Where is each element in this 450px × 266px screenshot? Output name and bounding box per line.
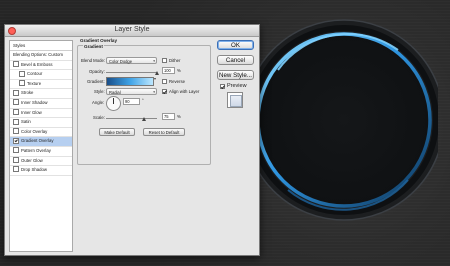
- gradient-label: Gradient:: [87, 79, 105, 84]
- blend-mode-label: Blend Mode:: [81, 58, 106, 63]
- reverse-label: Reverse: [169, 79, 186, 84]
- styles-item-label: Outer Glow: [21, 157, 43, 163]
- styles-item-drop-shadow[interactable]: Drop Shadow: [10, 166, 72, 176]
- scale-label: Scale:: [93, 115, 105, 120]
- opacity-slider-thumb[interactable]: [154, 71, 159, 75]
- styles-item-outer-glow[interactable]: Outer Glow: [10, 156, 72, 167]
- chevron-down-icon[interactable]: ▾: [154, 76, 156, 81]
- styles-header[interactable]: Styles: [10, 41, 72, 51]
- ok-button[interactable]: OK: [217, 40, 254, 50]
- styles-list: Styles Blending Options: Custom Bevel & E…: [9, 40, 73, 252]
- styles-item-label: Pattern Overlay: [21, 147, 51, 153]
- reset-to-default-button[interactable]: Reset to Default: [143, 128, 185, 136]
- align-with-layer-label: Align with Layer: [169, 89, 200, 94]
- styles-item-color-overlay[interactable]: Color Overlay: [10, 128, 72, 138]
- style-label: Style:: [94, 89, 105, 94]
- make-default-button[interactable]: Make Default: [99, 128, 135, 136]
- style-checkbox[interactable]: [13, 118, 19, 125]
- layer-style-dialog: Layer Style Styles Blending Options: Cus…: [4, 24, 260, 256]
- styles-item-pattern-overlay[interactable]: Pattern Overlay: [10, 147, 72, 157]
- style-value: Radial: [109, 90, 121, 95]
- styles-item-satin[interactable]: Satin: [10, 118, 72, 128]
- dither-label: Dither: [169, 58, 181, 63]
- angle-dial[interactable]: [106, 96, 121, 111]
- preview-label: Preview: [227, 83, 247, 89]
- styles-item-stroke[interactable]: Stroke: [10, 89, 72, 99]
- preview-thumbnail: [227, 92, 243, 108]
- style-checkbox[interactable]: [13, 89, 19, 96]
- scale-slider-thumb[interactable]: [141, 117, 146, 121]
- style-checkbox[interactable]: [13, 60, 19, 67]
- style-checkbox[interactable]: [13, 128, 19, 135]
- styles-item-texture[interactable]: Texture: [10, 80, 72, 90]
- angle-unit: °: [142, 98, 144, 103]
- styles-item-label: Texture: [27, 80, 42, 86]
- gradient-swatch[interactable]: [106, 77, 154, 86]
- styles-item-label: Inner Shadow: [21, 99, 48, 105]
- angle-input[interactable]: 90: [123, 98, 140, 105]
- reverse-checkbox[interactable]: [162, 79, 167, 84]
- angle-label: Angle:: [92, 100, 105, 105]
- styles-item-label: Drop Shadow: [21, 167, 48, 173]
- styles-item-bevel-emboss[interactable]: Bevel & Emboss: [10, 60, 72, 71]
- style-select[interactable]: Radial ▾: [106, 88, 157, 95]
- blend-mode-value: Color Dodge: [109, 59, 132, 64]
- opacity-input[interactable]: 100: [162, 67, 175, 74]
- style-checkbox[interactable]: [13, 166, 19, 173]
- angle-dial-needle: [113, 97, 114, 104]
- chevron-down-icon: ▾: [153, 90, 155, 94]
- scale-unit: %: [177, 114, 181, 119]
- group-title: Gradient: [83, 44, 104, 49]
- style-checkbox[interactable]: [13, 147, 19, 154]
- opacity-unit: %: [177, 68, 181, 73]
- styles-item-label: Blending Options: Custom: [13, 52, 63, 57]
- scale-input[interactable]: 75: [162, 113, 175, 120]
- styles-item-blending-options-custom[interactable]: Blending Options: Custom: [10, 51, 72, 61]
- styles-item-label: Contour: [27, 71, 43, 77]
- style-checkbox[interactable]: [13, 108, 19, 115]
- styles-item-label: Stroke: [21, 90, 34, 96]
- dialog-titlebar: Layer Style: [5, 25, 259, 37]
- styles-item-label: Bevel & Emboss: [21, 61, 53, 67]
- opacity-slider[interactable]: [106, 72, 157, 73]
- style-checkbox[interactable]: [13, 137, 19, 144]
- style-checkbox[interactable]: [19, 70, 25, 77]
- style-checkbox[interactable]: [13, 156, 19, 163]
- styles-item-label: Gradient Overlay: [21, 138, 54, 144]
- opacity-label: Opacity:: [89, 69, 105, 74]
- dither-checkbox[interactable]: [162, 58, 167, 63]
- blend-mode-select[interactable]: Color Dodge ▾: [106, 57, 157, 64]
- styles-item-inner-shadow[interactable]: Inner Shadow: [10, 99, 72, 109]
- styles-item-contour[interactable]: Contour: [10, 70, 72, 80]
- styles-item-label: Satin: [21, 119, 31, 125]
- chevron-down-icon: ▾: [153, 59, 155, 63]
- new-style-button[interactable]: New Style...: [217, 70, 254, 80]
- ring-artwork: [248, 19, 438, 221]
- cancel-button[interactable]: Cancel: [217, 55, 254, 65]
- styles-item-inner-glow[interactable]: Inner Glow: [10, 108, 72, 119]
- scale-slider[interactable]: [106, 118, 157, 119]
- align-with-layer-checkbox[interactable]: [162, 89, 167, 94]
- section-title: Gradient Overlay: [80, 38, 118, 43]
- preview-checkbox[interactable]: [220, 84, 225, 89]
- style-checkbox[interactable]: [19, 80, 25, 87]
- dialog-title: Layer Style: [114, 26, 150, 33]
- style-checkbox[interactable]: [13, 99, 19, 106]
- styles-item-gradient-overlay[interactable]: Gradient Overlay: [10, 137, 72, 147]
- styles-item-label: Color Overlay: [21, 128, 48, 134]
- styles-item-label: Inner Glow: [21, 109, 42, 115]
